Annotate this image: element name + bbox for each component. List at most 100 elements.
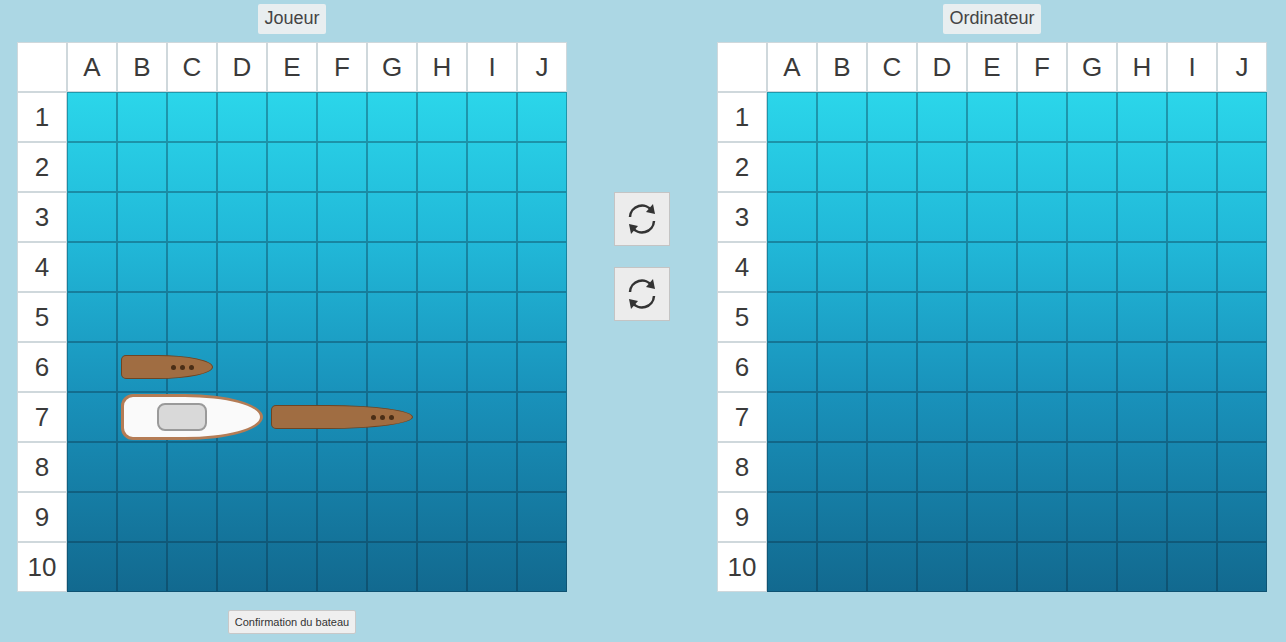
- rotate-button[interactable]: [614, 192, 670, 246]
- grid-cell[interactable]: [517, 542, 567, 592]
- grid-cell[interactable]: [217, 542, 267, 592]
- grid-cell[interactable]: [367, 192, 417, 242]
- grid-cell[interactable]: [1117, 292, 1167, 342]
- grid-cell[interactable]: [867, 292, 917, 342]
- grid-cell[interactable]: [967, 142, 1017, 192]
- grid-cell[interactable]: [1217, 392, 1267, 442]
- grid-cell[interactable]: [817, 442, 867, 492]
- grid-cell[interactable]: [167, 92, 217, 142]
- grid-cell[interactable]: [167, 492, 217, 542]
- grid-cell[interactable]: [767, 92, 817, 142]
- grid-cell[interactable]: [1117, 92, 1167, 142]
- grid-cell[interactable]: [117, 192, 167, 242]
- grid-cell[interactable]: [167, 192, 217, 242]
- grid-cell[interactable]: [217, 292, 267, 342]
- grid-cell[interactable]: [217, 92, 267, 142]
- grid-cell[interactable]: [1167, 192, 1217, 242]
- grid-cell[interactable]: [1117, 442, 1167, 492]
- grid-cell[interactable]: [267, 542, 317, 592]
- grid-cell[interactable]: [967, 492, 1017, 542]
- grid-cell[interactable]: [117, 142, 167, 192]
- grid-cell[interactable]: [167, 442, 217, 492]
- grid-cell[interactable]: [167, 142, 217, 192]
- grid-cell[interactable]: [767, 442, 817, 492]
- grid-cell[interactable]: [1117, 142, 1167, 192]
- grid-cell[interactable]: [867, 242, 917, 292]
- grid-cell[interactable]: [767, 342, 817, 392]
- grid-cell[interactable]: [1017, 192, 1067, 242]
- grid-cell[interactable]: [267, 492, 317, 542]
- grid-cell[interactable]: [867, 392, 917, 442]
- grid-cell[interactable]: [867, 492, 917, 542]
- grid-cell[interactable]: [767, 242, 817, 292]
- grid-cell[interactable]: [217, 192, 267, 242]
- grid-cell[interactable]: [1167, 92, 1217, 142]
- grid-cell[interactable]: [317, 442, 367, 492]
- grid-cell[interactable]: [1217, 442, 1267, 492]
- grid-cell[interactable]: [117, 442, 167, 492]
- grid-cell[interactable]: [917, 192, 967, 242]
- grid-cell[interactable]: [517, 292, 567, 342]
- grid-cell[interactable]: [817, 242, 867, 292]
- grid-cell[interactable]: [1067, 142, 1117, 192]
- grid-cell[interactable]: [67, 192, 117, 242]
- grid-cell[interactable]: [417, 192, 467, 242]
- grid-cell[interactable]: [267, 442, 317, 492]
- grid-cell[interactable]: [467, 542, 517, 592]
- grid-cell[interactable]: [467, 242, 517, 292]
- grid-cell[interactable]: [767, 542, 817, 592]
- grid-cell[interactable]: [67, 242, 117, 292]
- grid-cell[interactable]: [967, 242, 1017, 292]
- grid-cell[interactable]: [1217, 292, 1267, 342]
- grid-cell[interactable]: [917, 142, 967, 192]
- grid-cell[interactable]: [517, 242, 567, 292]
- grid-cell[interactable]: [467, 192, 517, 242]
- grid-cell[interactable]: [1117, 542, 1167, 592]
- grid-cell[interactable]: [517, 342, 567, 392]
- grid-cell[interactable]: [917, 92, 967, 142]
- grid-cell[interactable]: [917, 292, 967, 342]
- grid-cell[interactable]: [1167, 242, 1217, 292]
- grid-cell[interactable]: [1117, 342, 1167, 392]
- ship[interactable]: [267, 392, 417, 442]
- grid-cell[interactable]: [317, 192, 367, 242]
- grid-cell[interactable]: [67, 392, 117, 442]
- grid-cell[interactable]: [817, 342, 867, 392]
- grid-cell[interactable]: [217, 142, 267, 192]
- grid-cell[interactable]: [1167, 392, 1217, 442]
- grid-cell[interactable]: [1167, 492, 1217, 542]
- grid-cell[interactable]: [1117, 392, 1167, 442]
- grid-cell[interactable]: [317, 292, 367, 342]
- grid-cell[interactable]: [517, 442, 567, 492]
- grid-cell[interactable]: [1067, 392, 1117, 442]
- grid-cell[interactable]: [967, 292, 1017, 342]
- grid-cell[interactable]: [517, 92, 567, 142]
- grid-cell[interactable]: [867, 192, 917, 242]
- grid-cell[interactable]: [67, 92, 117, 142]
- grid-cell[interactable]: [917, 342, 967, 392]
- grid-cell[interactable]: [1017, 442, 1067, 492]
- grid-cell[interactable]: [217, 242, 267, 292]
- grid-cell[interactable]: [417, 492, 467, 542]
- grid-cell[interactable]: [1167, 342, 1217, 392]
- grid-cell[interactable]: [217, 342, 267, 392]
- grid-cell[interactable]: [1117, 242, 1167, 292]
- grid-cell[interactable]: [267, 242, 317, 292]
- grid-cell[interactable]: [267, 342, 317, 392]
- grid-cell[interactable]: [1017, 392, 1067, 442]
- grid-cell[interactable]: [267, 192, 317, 242]
- grid-cell[interactable]: [1067, 542, 1117, 592]
- grid-cell[interactable]: [867, 92, 917, 142]
- grid-cell[interactable]: [1067, 492, 1117, 542]
- grid-cell[interactable]: [967, 392, 1017, 442]
- grid-cell[interactable]: [317, 92, 367, 142]
- grid-cell[interactable]: [917, 442, 967, 492]
- grid-cell[interactable]: [1217, 242, 1267, 292]
- grid-cell[interactable]: [817, 142, 867, 192]
- grid-cell[interactable]: [67, 492, 117, 542]
- grid-cell[interactable]: [967, 342, 1017, 392]
- grid-cell[interactable]: [367, 342, 417, 392]
- grid-cell[interactable]: [67, 142, 117, 192]
- grid-cell[interactable]: [1217, 542, 1267, 592]
- grid-cell[interactable]: [1067, 192, 1117, 242]
